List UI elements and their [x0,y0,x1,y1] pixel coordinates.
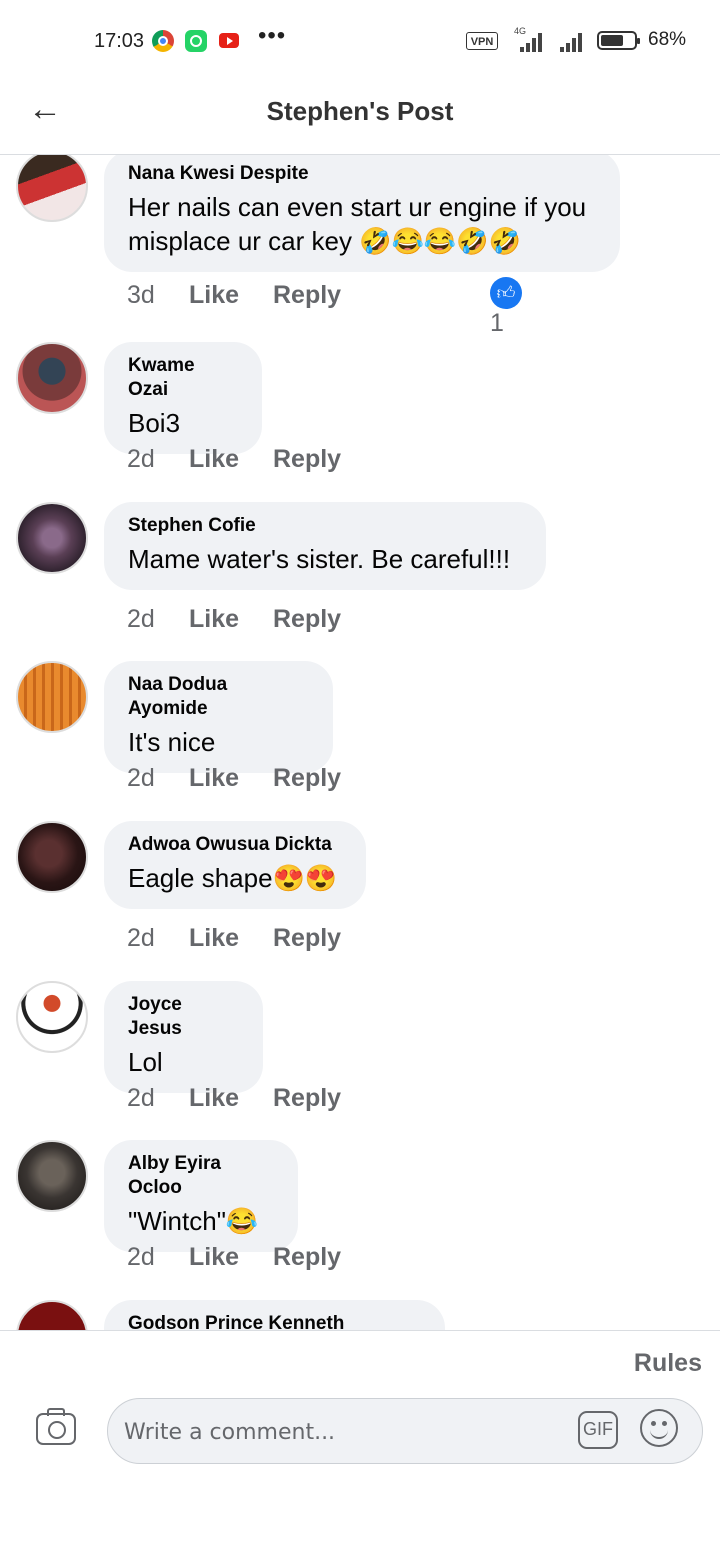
comment-input-box: GIF [107,1398,703,1464]
comment-bubble: Joyce Jesus Lol [104,981,263,1093]
comment-time: 2d [127,445,155,473]
status-bar: 17:03 ••• VPN 4G 68% [0,0,720,80]
chrome-icon [152,30,174,52]
comment-time: 2d [127,764,155,792]
comment-author[interactable]: Joyce Jesus [128,993,239,1041]
comment-time: 2d [127,1084,155,1112]
like-button[interactable]: Like [189,924,273,953]
comment-text: Boi3 [128,408,181,438]
reply-button[interactable]: Reply [273,1084,341,1113]
comment-author[interactable]: Nana Kwesi Despite [128,162,596,186]
avatar[interactable] [16,1140,88,1212]
like-button[interactable]: Like [189,764,273,793]
whatsapp-icon [185,30,207,52]
like-button[interactable]: Like [189,445,273,474]
comment-bubble: Naa Dodua Ayomide It's nice [104,661,333,773]
comment-bubble: Stephen Cofie Mame water's sister. Be ca… [104,502,546,590]
battery-icon [597,31,640,50]
reply-button[interactable]: Reply [273,281,341,310]
comment-text: It's nice [128,727,216,757]
comment-composer: Rules GIF [0,1330,720,1561]
avatar[interactable] [16,342,88,414]
comment-actions: 2d Like Reply [127,445,341,474]
emoji-icon[interactable] [640,1409,678,1447]
comment-author[interactable]: Adwoa Owusua Dickta [128,833,342,857]
comment-input[interactable] [122,1409,566,1455]
signal-icon [514,30,544,52]
comment-author[interactable]: Alby Eyira Ocloo [128,1152,274,1200]
like-button[interactable]: Like [189,605,273,634]
comment-bubble: Godson Prince Kenneth [104,1300,445,1330]
comment-author[interactable]: Stephen Cofie [128,514,522,538]
reply-button[interactable]: Reply [273,445,341,474]
rules-link[interactable]: Rules [634,1349,702,1378]
comment-time: 3d [127,281,155,309]
comment-bubble: Alby Eyira Ocloo "Wintch"😂 [104,1140,298,1252]
avatar[interactable] [16,981,88,1053]
signal-icon-2 [558,30,588,52]
comment-bubble: Kwame Ozai Boi3 [104,342,262,454]
comment-text: Eagle shape😍😍 [128,863,338,893]
comment-list[interactable]: Nana Kwesi Despite Her nails can even st… [0,155,720,1330]
battery-percent: 68% [648,29,687,50]
comment-author[interactable]: Naa Dodua Ayomide [128,673,309,721]
reaction-count: 1 [490,309,504,337]
like-button[interactable]: Like [189,1243,273,1272]
like-button[interactable]: Like [189,1084,273,1113]
avatar[interactable] [16,502,88,574]
vpn-badge: VPN [466,32,498,50]
comment-actions: 2d Like Reply [127,605,341,634]
comment-text: Lol [128,1047,163,1077]
comment-text: Mame water's sister. Be careful!!! [128,544,511,574]
comment-author[interactable]: Godson Prince Kenneth [128,1312,421,1330]
page-title: Stephen's Post [266,96,454,126]
youtube-icon [219,33,239,48]
reply-button[interactable]: Reply [273,764,341,793]
gif-icon[interactable]: GIF [578,1411,618,1449]
comment-actions: 2d Like Reply [127,1243,341,1272]
more-notifications-icon: ••• [258,22,287,49]
comment-author[interactable]: Kwame Ozai [128,354,238,402]
comment-text: "Wintch"😂 [128,1206,259,1236]
reply-button[interactable]: Reply [273,605,341,634]
comment-time: 2d [127,924,155,952]
comment-text: Her nails can even start ur engine if yo… [128,192,587,256]
comment-actions: 2d Like Reply [127,764,341,793]
comment-actions: 2d Like Reply [127,924,341,953]
avatar[interactable] [16,821,88,893]
comment-actions: 2d Like Reply [127,1084,341,1113]
comment-bubble: Adwoa Owusua Dickta Eagle shape😍😍 [104,821,366,909]
avatar[interactable] [16,661,88,733]
reply-button[interactable]: Reply [273,924,341,953]
comment-time: 2d [127,605,155,633]
comment-time: 2d [127,1243,155,1271]
reaction-summary[interactable]: 👍︎ 1 [490,277,522,338]
reply-button[interactable]: Reply [273,1243,341,1272]
like-button[interactable]: Like [189,281,273,310]
avatar[interactable] [16,155,88,222]
comment-bubble: Nana Kwesi Despite Her nails can even st… [104,155,620,272]
status-time: 17:03 [94,30,145,52]
like-reaction-icon: 👍︎ [490,277,522,309]
camera-icon[interactable] [36,1408,76,1445]
avatar[interactable] [16,1300,88,1330]
post-header: ← Stephen's Post [0,80,720,155]
comment-actions: 3d Like Reply 👍︎ 1 [127,277,522,337]
